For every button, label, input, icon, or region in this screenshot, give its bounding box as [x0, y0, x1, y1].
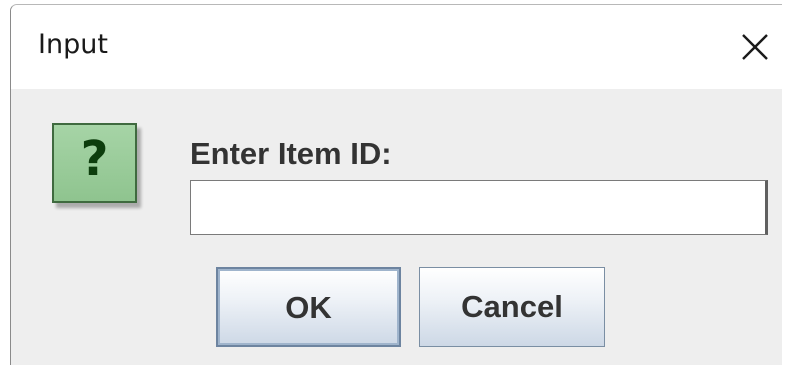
item-id-input[interactable]: [190, 180, 768, 235]
close-icon: [742, 34, 768, 60]
input-dialog: Input ? Enter Item ID: OK Cancel: [10, 4, 782, 365]
close-button[interactable]: [732, 17, 782, 77]
question-glyph: ?: [80, 131, 109, 187]
prompt-label: Enter Item ID:: [190, 136, 392, 171]
ok-button[interactable]: OK: [216, 267, 401, 347]
cancel-button[interactable]: Cancel: [419, 267, 605, 347]
question-icon: ?: [52, 123, 137, 203]
title-bar[interactable]: Input: [11, 5, 782, 89]
dialog-title: Input: [38, 29, 108, 60]
